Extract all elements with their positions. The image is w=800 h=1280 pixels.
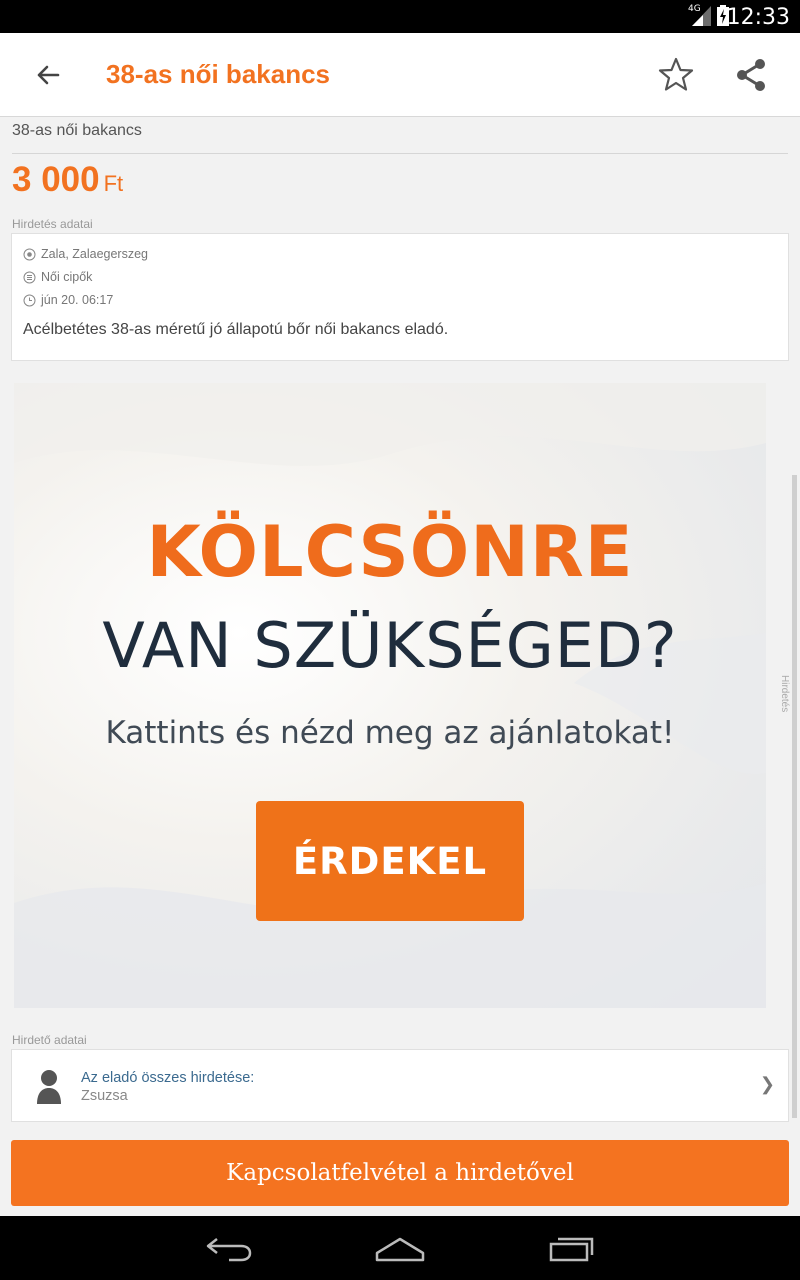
page-title: 38-as női bakancs [106,59,330,89]
ad-details-label: Hirdetés adatai [12,217,93,231]
divider [12,153,788,154]
nav-home-icon[interactable] [373,1233,427,1263]
ad-detail-content[interactable]: 38-as női bakancs 3 000 Ft Hirdetés adata… [0,118,800,1216]
price-amount: 3 000 [12,160,100,199]
person-icon [37,1070,61,1104]
chevron-right-icon: ❯ [759,1074,775,1094]
location-row: Zala, Zalaegerszeg [23,245,148,263]
location-text: Zala, Zalaegerszeg [41,247,149,261]
clock-icon [23,294,36,306]
clock: 12:33 [726,5,790,30]
scrollbar[interactable] [792,475,797,1118]
ad-description: Acélbetétes 38-as méretű jó állapotú bőr… [23,321,449,338]
category-icon [23,271,36,283]
banner-subline: Kattints és nézd meg az ajánlatokat! [105,715,675,751]
location-icon [23,248,36,260]
nav-recents-icon[interactable] [546,1233,598,1263]
arrow-left-icon[interactable] [30,57,66,93]
ad-title: 38-as női bakancs [12,122,142,139]
date-row: jún 20. 06:17 [23,291,113,309]
seller-card[interactable]: Az eladó összes hirdetése: Zsuzsa ❯ [11,1049,789,1122]
navigation-bar [0,1216,800,1280]
nav-back-icon[interactable] [203,1233,255,1263]
banner-headline-2: VAN SZÜKSÉGED? [102,609,678,682]
category-row: Női cipők [23,268,92,286]
status-bar: 4G 12:33 [0,0,800,33]
contact-advertiser-button[interactable]: Kapcsolatfelvétel a hirdetővel [11,1140,789,1206]
signal-icon [692,6,711,26]
star-outline-icon[interactable] [656,55,696,95]
app-bar: 38-as női bakancs [0,33,800,117]
price: 3 000 Ft [12,160,123,200]
seller-details-label: Hirdető adatai [12,1033,87,1047]
category-text: Női cipők [41,270,93,284]
share-icon[interactable] [731,55,771,95]
banner-cta-button[interactable]: ÉRDEKEL [256,801,524,921]
seller-name: Zsuzsa [81,1088,128,1104]
banner-headline-1: KÖLCSÖNRE [146,511,634,593]
date-text: jún 20. 06:17 [41,293,114,307]
ad-details-card: Zala, Zalaegerszeg Női cipők jún 20. 06:… [11,233,789,361]
banner-ad[interactable]: KÖLCSÖNRE VAN SZÜKSÉGED? Kattints és néz… [14,383,766,1008]
price-currency: Ft [103,171,124,196]
seller-all-ads-link[interactable]: Az eladó összes hirdetése: [81,1070,254,1086]
ad-label: Hirdetés [779,675,790,713]
